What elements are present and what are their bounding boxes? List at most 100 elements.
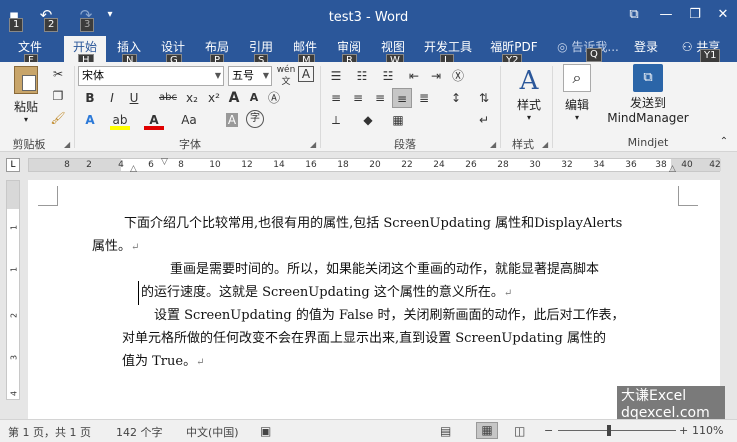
shading-icon[interactable]: ◆: [358, 110, 378, 130]
align-center-icon[interactable]: ≡: [348, 88, 368, 108]
find-icon: ⌕: [563, 64, 591, 92]
word-count[interactable]: 142 个字: [116, 424, 163, 440]
cut-icon[interactable]: ✂: [48, 64, 68, 84]
vruler-number: 2: [9, 312, 19, 319]
lightbulb-icon: ◎: [557, 40, 572, 54]
distributed-icon[interactable]: ≣: [414, 88, 434, 108]
change-case-button[interactable]: Aa: [176, 110, 202, 130]
ribbon-options-button[interactable]: ⧉: [620, 4, 648, 28]
document-area[interactable]: 下面介绍几个比较常用,也很有用的属性,包括 ScreenUpdating 属性和…: [22, 176, 737, 419]
chinese-layout-icon[interactable]: Ⓧ: [448, 66, 468, 86]
paragraph-mark: ↵: [503, 288, 513, 299]
collapse-ribbon-icon[interactable]: ⌃: [714, 132, 734, 152]
first-line-indent-marker[interactable]: ▽: [161, 157, 168, 167]
show-marks-icon[interactable]: ↵: [474, 110, 494, 130]
keytip-share: Y1: [700, 49, 721, 63]
highlight-icon[interactable]: ab: [110, 110, 130, 130]
bullets-icon[interactable]: ☰: [326, 66, 346, 86]
zoom-slider-track[interactable]: [558, 430, 676, 431]
status-bar: 第 1 页，共 1 页 142 个字 中文(中国) ▣ ▤ ▦ ◫ − + 11…: [0, 419, 737, 442]
clipboard-launcher-icon[interactable]: ◢: [64, 140, 70, 149]
page-count[interactable]: 第 1 页，共 1 页: [8, 424, 91, 440]
char-border-icon[interactable]: A: [298, 66, 314, 82]
title-bar: ▪ 1 ↶ 2 ↷ 3 ▾ test3 - Word ⧉ — ❐ ✕: [0, 0, 737, 36]
sign-in-link[interactable]: 登录: [628, 36, 664, 62]
paragraph-line[interactable]: 设置 ScreenUpdating 的值为 False 时，关闭刷新画面的动作，…: [154, 304, 625, 327]
ruler-number: 8: [64, 160, 70, 170]
styles-button[interactable]: A 样式 ▾: [508, 66, 550, 126]
clear-formatting-icon[interactable]: Ⓐ: [264, 88, 284, 108]
paragraph-line[interactable]: 对单元格所做的任何改变不会在界面上显示出来,直到设置 ScreenUpdatin…: [122, 327, 606, 350]
char-shading-icon[interactable]: A: [222, 110, 242, 130]
font-launcher-icon[interactable]: ◢: [310, 140, 316, 149]
sort-icon[interactable]: ⇅: [474, 88, 494, 108]
zoom-slider-thumb[interactable]: [607, 425, 611, 436]
underline-button[interactable]: U: [124, 88, 144, 108]
align-left-icon[interactable]: ≡: [326, 88, 346, 108]
ruler-number: 4: [118, 160, 124, 170]
paste-button[interactable]: 粘贴 ▾: [8, 66, 44, 124]
tab-selector-icon[interactable]: L: [6, 158, 20, 172]
phonetic-guide-icon[interactable]: wén 文: [276, 64, 296, 87]
font-group-label: 字体: [179, 138, 201, 151]
strikethrough-button[interactable]: abc: [156, 88, 180, 108]
minimize-button[interactable]: —: [652, 4, 680, 28]
subscript-button[interactable]: x₂: [182, 88, 202, 108]
language-indicator[interactable]: 中文(中国): [186, 424, 239, 440]
vertical-ruler: 1 1 2 3 4: [6, 180, 20, 400]
web-layout-icon[interactable]: ◫: [514, 424, 525, 438]
styles-launcher-icon[interactable]: ◢: [542, 140, 548, 149]
justify-icon[interactable]: ≡: [392, 88, 412, 108]
ruler-number: 6: [148, 160, 154, 170]
shrink-font-button[interactable]: A: [244, 88, 264, 108]
vruler-number: 1: [9, 224, 19, 231]
clipboard-icon: [14, 66, 38, 94]
paragraph-line[interactable]: 值为 True。↵: [122, 350, 204, 374]
editing-button[interactable]: ⌕ 编辑 ▾: [558, 64, 596, 124]
font-size-combo[interactable]: 五号 ▼: [228, 66, 272, 86]
zoom-out-button[interactable]: −: [544, 424, 553, 437]
numbering-icon[interactable]: ☷: [352, 66, 372, 86]
ruler-number: 16: [305, 160, 317, 170]
hanging-indent-marker[interactable]: △: [130, 164, 137, 174]
asian-layout-icon[interactable]: ⟂: [326, 110, 346, 130]
styles-group-label: 样式: [512, 138, 534, 151]
grow-font-button[interactable]: A: [224, 88, 244, 108]
enclose-char-button[interactable]: 字: [246, 110, 264, 128]
paragraph-launcher-icon[interactable]: ◢: [490, 140, 496, 149]
borders-icon[interactable]: ▦: [388, 110, 408, 130]
line-spacing-icon[interactable]: ↕: [446, 88, 466, 108]
font-color-icon[interactable]: A: [144, 110, 164, 130]
right-indent-marker[interactable]: △: [669, 164, 676, 174]
multilevel-list-icon[interactable]: ☳: [378, 66, 398, 86]
document-page[interactable]: 下面介绍几个比较常用,也很有用的属性,包括 ScreenUpdating 属性和…: [28, 180, 720, 419]
paragraph-mark: ↵: [196, 357, 205, 368]
print-layout-icon[interactable]: ▦: [476, 422, 498, 439]
close-button[interactable]: ✕: [709, 4, 737, 28]
ruler-number: 30: [529, 160, 541, 170]
styles-icon: A: [519, 66, 539, 96]
clipboard-group-label: 剪贴板: [12, 138, 46, 151]
send-to-mindmanager-button[interactable]: ⧉ 发送到 MindManager: [602, 64, 694, 130]
paragraph-group-label: 段落: [394, 138, 416, 151]
zoom-level[interactable]: 110%: [692, 424, 723, 437]
macro-record-icon[interactable]: ▣: [260, 424, 271, 438]
paragraph-line[interactable]: 属性。↵: [92, 235, 139, 259]
font-name-combo[interactable]: 宋体 ▼: [78, 66, 224, 86]
ruler-number: 2: [86, 160, 92, 170]
zoom-in-button[interactable]: +: [679, 424, 688, 437]
paragraph-line[interactable]: 重画是需要时间的。所以，如果能关闭这个重画的动作，就能显著提高脚本: [170, 258, 599, 281]
text-effects-icon[interactable]: A: [80, 110, 100, 130]
paragraph-line[interactable]: 的运行速度。这就是 ScreenUpdating 这个属性的意义所在。↵: [138, 281, 512, 305]
paragraph-line[interactable]: 下面介绍几个比较常用,也很有用的属性,包括 ScreenUpdating 属性和…: [124, 212, 622, 235]
read-mode-icon[interactable]: ▤: [440, 424, 451, 438]
copy-icon[interactable]: ❐: [48, 86, 68, 106]
italic-button[interactable]: I: [102, 88, 122, 108]
increase-indent-icon[interactable]: ⇥: [426, 66, 446, 86]
restore-button[interactable]: ❐: [681, 4, 709, 28]
bold-button[interactable]: B: [80, 88, 100, 108]
align-right-icon[interactable]: ≡: [370, 88, 390, 108]
decrease-indent-icon[interactable]: ⇤: [404, 66, 424, 86]
format-painter-icon[interactable]: 🖌: [48, 108, 68, 128]
superscript-button[interactable]: x²: [204, 88, 224, 108]
